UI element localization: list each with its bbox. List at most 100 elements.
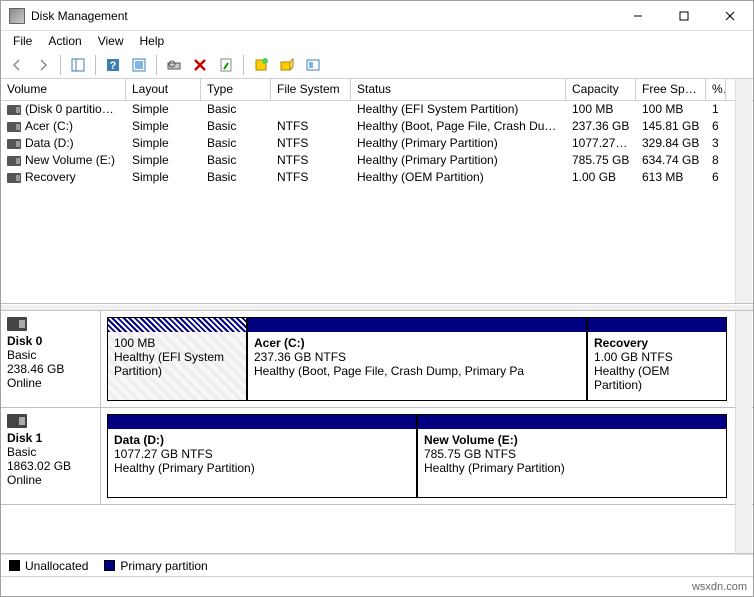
cell: 1.00 GB: [566, 169, 636, 186]
cell: NTFS: [271, 152, 351, 169]
show-hide-tree-button[interactable]: [66, 53, 90, 77]
cell: 145.81 GB: [636, 118, 706, 135]
volume-row[interactable]: RecoverySimpleBasicNTFSHealthy (OEM Part…: [1, 169, 753, 186]
column-header-type[interactable]: Type: [201, 79, 271, 100]
column-header-layout[interactable]: Layout: [126, 79, 201, 100]
partition-body: 100 MBHealthy (EFI System Partition): [108, 332, 246, 400]
legend-primary: Primary partition: [104, 559, 207, 573]
disk-map-pane: Disk 0Basic238.46 GBOnline100 MBHealthy …: [1, 311, 753, 554]
menu-help[interactable]: Help: [132, 32, 173, 50]
column-header-capacity[interactable]: Capacity: [566, 79, 636, 100]
partition-stripe: [418, 415, 726, 429]
disk-partitions: Data (D:)1077.27 GB NTFSHealthy (Primary…: [101, 408, 753, 504]
partition[interactable]: Acer (C:)237.36 GB NTFSHealthy (Boot, Pa…: [247, 317, 587, 401]
delete-button[interactable]: [188, 53, 212, 77]
disk-management-window: Disk Management File Action View Help ?: [0, 0, 754, 597]
partition[interactable]: New Volume (E:)785.75 GB NTFSHealthy (Pr…: [417, 414, 727, 498]
cell: 8: [706, 152, 726, 169]
legend-unallocated: Unallocated: [9, 559, 88, 573]
partition-body: Acer (C:)237.36 GB NTFSHealthy (Boot, Pa…: [248, 332, 586, 400]
partition[interactable]: Recovery1.00 GB NTFSHealthy (OEM Partiti…: [587, 317, 727, 401]
legend-label: Unallocated: [25, 559, 88, 573]
volume-row[interactable]: (Disk 0 partition 1)SimpleBasicHealthy (…: [1, 101, 753, 118]
cell: NTFS: [271, 169, 351, 186]
titlebar: Disk Management: [1, 1, 753, 31]
window-title: Disk Management: [31, 9, 615, 23]
cell: Healthy (Boot, Page File, Crash Dum...: [351, 118, 566, 135]
refresh-button[interactable]: [127, 53, 151, 77]
back-button[interactable]: [5, 53, 29, 77]
app-icon: [9, 8, 25, 24]
forward-button[interactable]: [31, 53, 55, 77]
cell: 100 MB: [636, 101, 706, 118]
cell: 237.36 GB: [566, 118, 636, 135]
swatch-icon: [104, 560, 115, 571]
partition-stripe: [108, 415, 416, 429]
cell: Healthy (Primary Partition): [351, 152, 566, 169]
cell: 1077.27 GB: [566, 135, 636, 152]
cell: Basic: [201, 101, 271, 118]
column-header-pct[interactable]: %: [706, 79, 726, 100]
disk-icon: [7, 317, 27, 331]
cell: NTFS: [271, 118, 351, 135]
cell: NTFS: [271, 135, 351, 152]
cell: Basic: [201, 118, 271, 135]
disk-row: Disk 1Basic1863.02 GBOnlineData (D:)1077…: [1, 408, 753, 505]
scrollbar[interactable]: [735, 311, 752, 553]
disk-info[interactable]: Disk 0Basic238.46 GBOnline: [1, 311, 101, 407]
cell: Acer (C:): [1, 118, 126, 135]
partition-stripe: [248, 318, 586, 332]
column-header-status[interactable]: Status: [351, 79, 566, 100]
splitter[interactable]: [1, 304, 753, 311]
column-header-volume[interactable]: Volume: [1, 79, 126, 100]
volume-list-body: (Disk 0 partition 1)SimpleBasicHealthy (…: [1, 101, 753, 303]
statusbar: wsxdn.com: [1, 576, 753, 596]
cell: [271, 101, 351, 118]
status-text: wsxdn.com: [692, 581, 747, 593]
partition-body: Recovery1.00 GB NTFSHealthy (OEM Partiti…: [588, 332, 726, 400]
disk-info[interactable]: Disk 1Basic1863.02 GBOnline: [1, 408, 101, 504]
attach-vhd-button[interactable]: [275, 53, 299, 77]
cell: 6: [706, 118, 726, 135]
cell: 1: [706, 101, 726, 118]
svg-text:?: ?: [110, 60, 117, 72]
cell: 634.74 GB: [636, 152, 706, 169]
cell: 613 MB: [636, 169, 706, 186]
cell: Basic: [201, 135, 271, 152]
menu-view[interactable]: View: [90, 32, 132, 50]
cell: Simple: [126, 152, 201, 169]
partition[interactable]: 100 MBHealthy (EFI System Partition): [107, 317, 247, 401]
cell: 785.75 GB: [566, 152, 636, 169]
disk-partitions: 100 MBHealthy (EFI System Partition)Acer…: [101, 311, 753, 407]
menu-action[interactable]: Action: [40, 32, 89, 50]
volume-row[interactable]: Data (D:)SimpleBasicNTFSHealthy (Primary…: [1, 135, 753, 152]
help-button[interactable]: ?: [101, 53, 125, 77]
minimize-button[interactable]: [615, 1, 661, 30]
cell: 329.84 GB: [636, 135, 706, 152]
partition[interactable]: Data (D:)1077.27 GB NTFSHealthy (Primary…: [107, 414, 417, 498]
cell: Basic: [201, 169, 271, 186]
maximize-button[interactable]: [661, 1, 707, 30]
settings-button[interactable]: [162, 53, 186, 77]
cell: Healthy (EFI System Partition): [351, 101, 566, 118]
close-button[interactable]: [707, 1, 753, 30]
scrollbar[interactable]: [735, 79, 752, 303]
menu-file[interactable]: File: [5, 32, 40, 50]
detach-vhd-button[interactable]: [301, 53, 325, 77]
volume-list: VolumeLayoutTypeFile SystemStatusCapacit…: [1, 79, 753, 304]
column-header-filesystem[interactable]: File System: [271, 79, 351, 100]
volume-row[interactable]: Acer (C:)SimpleBasicNTFSHealthy (Boot, P…: [1, 118, 753, 135]
cell: Simple: [126, 169, 201, 186]
column-header-free[interactable]: Free Spa...: [636, 79, 706, 100]
cell: Healthy (Primary Partition): [351, 135, 566, 152]
cell: Recovery: [1, 169, 126, 186]
cell: 100 MB: [566, 101, 636, 118]
cell: Simple: [126, 101, 201, 118]
volume-row[interactable]: New Volume (E:)SimpleBasicNTFSHealthy (P…: [1, 152, 753, 169]
legend: Unallocated Primary partition: [1, 554, 753, 576]
partition-stripe: [588, 318, 726, 332]
new-volume-button[interactable]: [249, 53, 273, 77]
properties-button[interactable]: [214, 53, 238, 77]
separator-icon: [95, 55, 96, 75]
cell: Data (D:): [1, 135, 126, 152]
